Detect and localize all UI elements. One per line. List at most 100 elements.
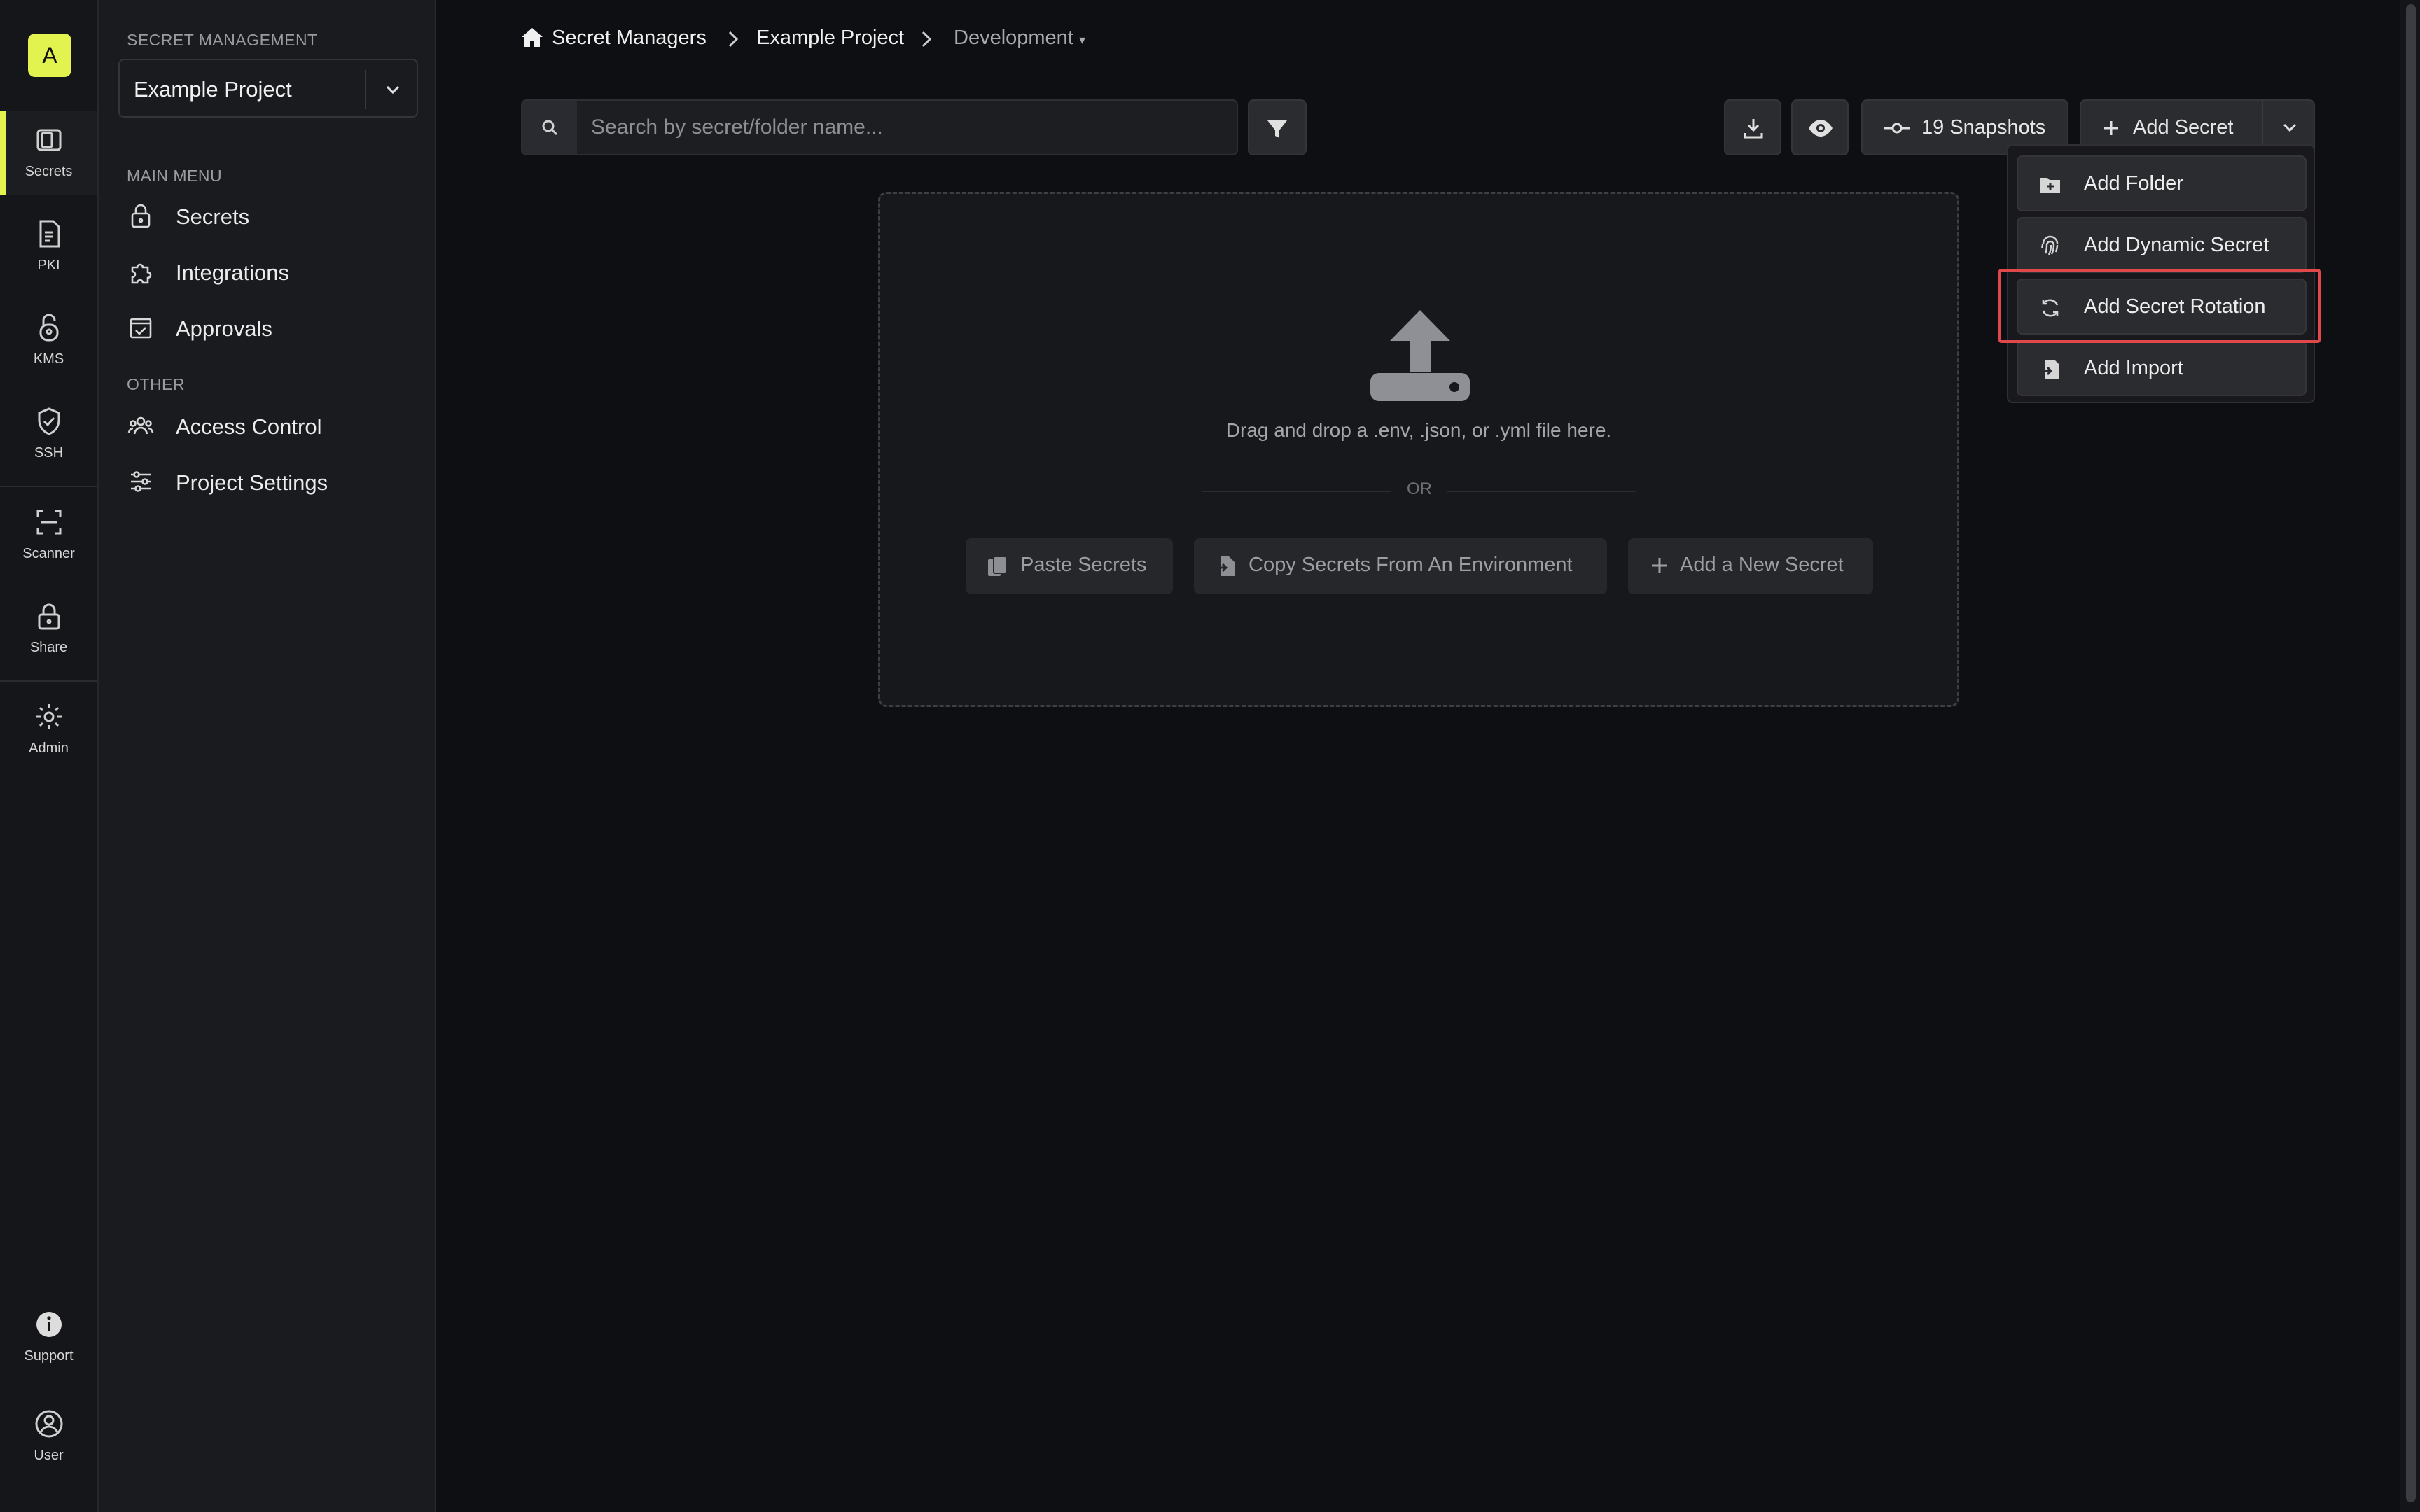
commit-icon xyxy=(1884,122,1910,134)
search-input[interactable] xyxy=(578,101,1230,154)
refresh-icon xyxy=(2042,299,2059,317)
nav-label: Access Control xyxy=(176,414,322,439)
rail-label: User xyxy=(34,1448,64,1463)
menu-item-add-secret-rotation[interactable]: Add Secret Rotation xyxy=(2017,279,2307,335)
rail-item-admin[interactable]: Admin xyxy=(0,687,97,771)
menu-item-add-dynamic-secret[interactable]: Add Dynamic Secret xyxy=(2017,217,2307,273)
menu-item-label: Add Secret Rotation xyxy=(2084,295,2266,318)
rail-label: Share xyxy=(29,640,68,655)
rail-label: Support xyxy=(24,1348,74,1364)
search-box xyxy=(521,99,1238,155)
clipboard-icon xyxy=(988,556,1007,576)
scrollbar-thumb[interactable] xyxy=(2406,4,2416,1502)
download-button[interactable] xyxy=(1724,99,1781,155)
rail-label: Admin xyxy=(29,741,69,756)
rail-item-ssh[interactable]: SSH xyxy=(0,392,97,476)
add-secret-dropdown-menu: Add Folder Add Dynamic Secret Add Secret… xyxy=(2007,144,2315,403)
menu-item-add-import[interactable]: Add Import xyxy=(2017,340,2307,396)
chevron-right-icon xyxy=(728,31,739,48)
home-icon[interactable] xyxy=(520,25,545,50)
nav-label: Project Settings xyxy=(176,470,328,495)
certificate-icon xyxy=(39,220,60,248)
button-label: Paste Secrets xyxy=(1020,554,1147,576)
user-icon xyxy=(35,1410,63,1438)
chevron-right-icon xyxy=(922,31,932,48)
nav-item-project-settings[interactable]: Project Settings xyxy=(127,461,421,503)
lock-icon xyxy=(38,603,60,630)
paste-secrets-button[interactable]: Paste Secrets xyxy=(966,538,1173,594)
download-icon xyxy=(1744,119,1763,139)
info-icon xyxy=(36,1312,62,1337)
rail-item-kms[interactable]: KMS xyxy=(0,298,97,382)
vault-icon xyxy=(36,129,62,151)
nav-label: Integrations xyxy=(176,260,289,285)
rail-label: Scanner xyxy=(22,546,75,561)
scan-icon xyxy=(36,510,62,535)
rail-divider xyxy=(0,486,97,487)
eye-icon xyxy=(1809,120,1833,136)
rail-label: PKI xyxy=(37,258,60,273)
rail-item-pki[interactable]: PKI xyxy=(0,204,97,288)
file-import-icon xyxy=(1216,556,1235,576)
search-icon xyxy=(542,120,558,136)
file-dropzone[interactable]: Drag and drop a .env, .json, or .yml fil… xyxy=(878,192,1959,707)
project-select[interactable]: Example Project xyxy=(118,59,418,118)
org-avatar[interactable]: A xyxy=(28,34,71,77)
nav-label: Approvals xyxy=(176,316,272,341)
menu-item-add-folder[interactable]: Add Folder xyxy=(2017,155,2307,211)
menu-item-label: Add Import xyxy=(2084,357,2183,379)
reveal-secrets-button[interactable] xyxy=(1791,99,1849,155)
environment-select[interactable]: Development ▾ xyxy=(954,27,1085,50)
puzzle-icon xyxy=(131,263,152,284)
upload-icon xyxy=(1370,310,1470,401)
rail-item-support[interactable]: Support xyxy=(0,1295,97,1379)
nav-item-access-control[interactable]: Access Control xyxy=(127,405,421,447)
nav-item-secrets[interactable]: Secrets xyxy=(127,195,421,237)
folder-plus-icon xyxy=(2040,178,2060,193)
gear-icon xyxy=(36,704,62,729)
or-separator: OR xyxy=(1391,479,1447,499)
button-label: Copy Secrets From An Environment xyxy=(1249,554,1573,576)
project-select-value: Example Project xyxy=(134,77,292,102)
rail-label: SSH xyxy=(34,445,64,461)
nav-item-integrations[interactable]: Integrations xyxy=(127,251,421,293)
rail-item-scanner[interactable]: Scanner xyxy=(0,493,97,577)
button-label: Add a New Secret xyxy=(1680,554,1844,576)
other-title: OTHER xyxy=(127,375,185,393)
sliders-icon xyxy=(131,471,151,492)
rail-item-secrets[interactable]: Secrets xyxy=(0,111,97,195)
menu-item-label: Add Dynamic Secret xyxy=(2084,234,2269,256)
users-icon xyxy=(127,416,154,435)
nav-item-approvals[interactable]: Approvals xyxy=(127,307,421,349)
breadcrumb-item[interactable]: Example Project xyxy=(756,27,904,50)
rail-label: Secrets xyxy=(25,164,73,179)
dropzone-hint: Drag and drop a .env, .json, or .yml fil… xyxy=(1225,419,1612,441)
rail-label: KMS xyxy=(33,351,64,367)
plus-icon xyxy=(2104,121,2118,135)
nav-label: Secrets xyxy=(176,204,250,229)
breadcrumb-item: Development xyxy=(954,27,1073,49)
filter-button[interactable] xyxy=(1248,99,1307,155)
divider xyxy=(365,70,366,109)
shield-check-icon xyxy=(38,407,60,435)
rail-item-share[interactable]: Share xyxy=(0,587,97,671)
copy-secrets-button[interactable]: Copy Secrets From An Environment xyxy=(1194,538,1607,594)
icon-rail: A Secrets PKI KMS SSH Scanner Share Admi… xyxy=(0,0,99,1512)
rail-item-user[interactable]: User xyxy=(0,1394,97,1478)
section-title: SECRET MANAGEMENT xyxy=(127,31,318,49)
add-new-secret-button[interactable]: Add a New Secret xyxy=(1628,538,1873,594)
chevron-down-icon[interactable] xyxy=(380,77,405,102)
breadcrumb-item[interactable]: Secret Managers xyxy=(552,27,707,50)
snapshots-label: 19 Snapshots xyxy=(1921,116,2046,139)
chevron-down-icon xyxy=(2283,123,2297,132)
menu-item-label: Add Folder xyxy=(2084,172,2183,195)
caret-down-icon: ▾ xyxy=(1078,33,1085,47)
filter-icon xyxy=(1267,120,1287,138)
scrollbar[interactable] xyxy=(2400,0,2420,1512)
calendar-check-icon xyxy=(130,318,152,339)
plus-icon xyxy=(1652,558,1667,573)
file-import-icon xyxy=(2041,360,2059,379)
search-icon-wrap xyxy=(522,101,577,154)
main-menu-title: MAIN MENU xyxy=(127,167,223,185)
project-sidebar: SECRET MANAGEMENT Example Project MAIN M… xyxy=(99,0,436,1512)
